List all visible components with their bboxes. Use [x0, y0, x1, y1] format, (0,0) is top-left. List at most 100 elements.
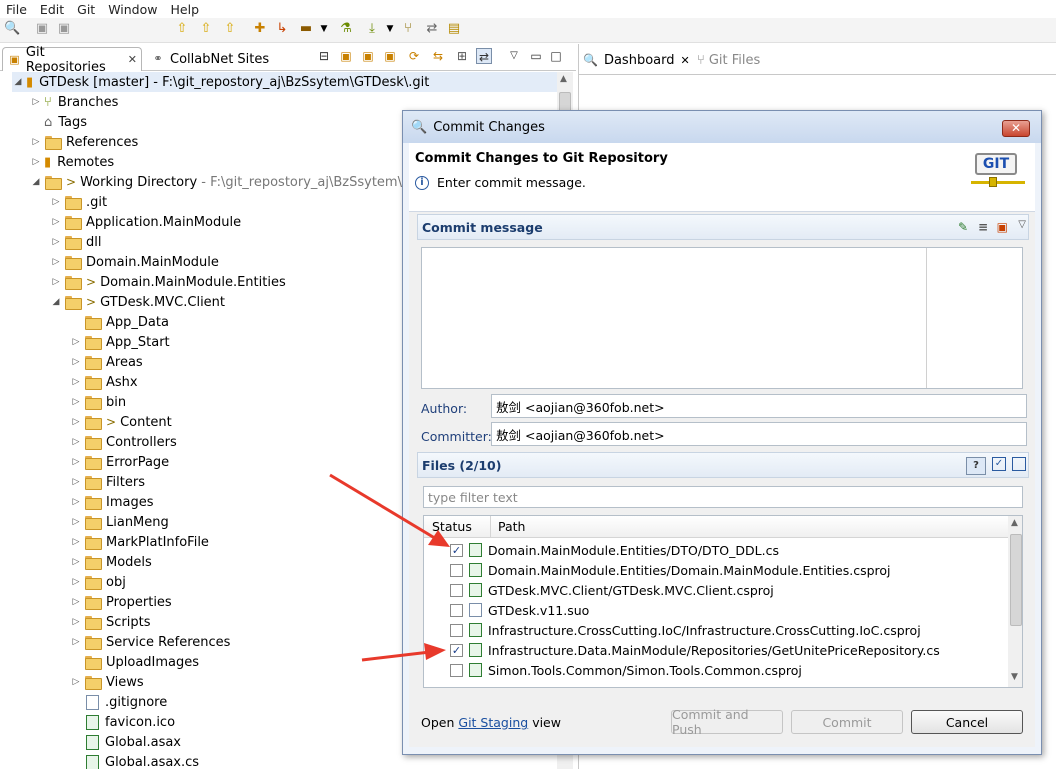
commit-and-push-button[interactable]: Commit and Push — [671, 707, 783, 737]
file-checkbox[interactable] — [450, 603, 463, 617]
collapsed-icon[interactable]: ▷ — [50, 197, 62, 207]
view-menu-icon[interactable]: ▽ — [506, 48, 522, 64]
collapse-all-icon[interactable]: ⊟ — [316, 48, 332, 64]
tree-folder[interactable]: ▷ obj — [70, 572, 126, 592]
tree-folder[interactable]: ▷ Ashx — [70, 372, 138, 392]
collapsed-icon[interactable]: ▷ — [30, 97, 42, 107]
link-with-selection-icon[interactable]: ⇄ — [476, 48, 492, 64]
dropdown-icon[interactable]: ▼ — [382, 21, 398, 37]
file-checkbox[interactable] — [450, 563, 463, 577]
add-signed-off-icon[interactable]: ✎ — [958, 220, 968, 234]
file-checkbox[interactable] — [450, 663, 463, 677]
rebase-icon[interactable]: ⤓ — [364, 21, 380, 37]
menu-git[interactable]: Git — [71, 2, 102, 17]
branch-icon[interactable]: ⑂ — [400, 21, 416, 37]
collapsed-icon[interactable]: ▷ — [70, 577, 82, 587]
file-checkbox[interactable]: ✓ — [450, 643, 463, 657]
tree-folder[interactable]: ▷ Properties — [70, 592, 172, 612]
sync-icon[interactable]: ⇄ — [424, 21, 440, 37]
committer-field[interactable]: 敖剑 <aojian@360fob.net> — [491, 422, 1027, 446]
tree-folder[interactable]: ▷ Models — [70, 552, 152, 572]
search-icon[interactable]: 🔍 — [4, 21, 20, 37]
tree-file[interactable]: Global.asax.cs — [86, 752, 199, 769]
tree-folder[interactable]: ▷ Controllers — [70, 432, 177, 452]
tree-folder[interactable]: ▷ > Content — [70, 412, 172, 432]
menu-file[interactable]: File — [0, 2, 34, 17]
expanded-icon[interactable]: ◢ — [50, 297, 62, 307]
tree-item-working-directory[interactable]: ◢ > Working Directory - F:\git_repostory… — [30, 172, 444, 192]
merge-icon[interactable]: ⚗ — [338, 21, 354, 37]
link-editor-icon[interactable]: ⇆ — [430, 48, 446, 64]
file-checkbox[interactable] — [450, 623, 463, 637]
dialog-close-button[interactable]: ✕ — [1002, 120, 1030, 137]
scroll-up-icon[interactable]: ▲ — [1011, 518, 1018, 528]
collapsed-icon[interactable]: ▷ — [70, 357, 82, 367]
fetch-icon[interactable]: ⇧ — [222, 21, 238, 37]
stash-icon[interactable]: ▬ — [298, 21, 314, 37]
select-all-icon[interactable]: ✓ — [992, 457, 1006, 471]
file-checkbox[interactable] — [450, 583, 463, 597]
collapsed-icon[interactable]: ▷ — [70, 337, 82, 347]
hierarchy-icon[interactable]: ⊞ — [454, 48, 470, 64]
pull-icon[interactable]: ⇧ — [174, 21, 190, 37]
collapsed-icon[interactable]: ▷ — [30, 157, 42, 167]
tree-folder[interactable]: ▷ bin — [70, 392, 126, 412]
tree-folder[interactable]: ▷ Scripts — [70, 612, 150, 632]
menu-window[interactable]: Window — [102, 2, 164, 17]
collapsed-icon[interactable]: ▷ — [70, 597, 82, 607]
collapsed-icon[interactable]: ▷ — [70, 377, 82, 387]
tree-item-references[interactable]: ▷ References — [30, 132, 138, 152]
file-row[interactable]: Infrastructure.CrossCutting.IoC/Infrastr… — [450, 620, 921, 640]
expanded-icon[interactable]: ◢ — [30, 177, 42, 187]
clone-repo-icon[interactable]: ▣ — [360, 48, 376, 64]
maximize-icon[interactable]: □ — [548, 48, 564, 64]
scroll-down-icon[interactable]: ▼ — [1011, 672, 1018, 682]
tree-folder[interactable]: ▷ dll — [50, 232, 101, 252]
change-id-icon[interactable]: ▣ — [997, 220, 1008, 234]
file-row[interactable]: GTDesk.MVC.Client/GTDesk.MVC.Client.cspr… — [450, 580, 774, 600]
tab-dashboard[interactable]: 🔍 Dashboard ✕ — [583, 48, 690, 72]
dropdown-icon[interactable]: ▽ — [1018, 219, 1026, 230]
collapsed-icon[interactable]: ▷ — [70, 417, 82, 427]
tree-item-tags[interactable]: ⌂ Tags — [44, 112, 87, 132]
column-status[interactable]: Status — [432, 519, 472, 534]
collapsed-icon[interactable]: ▷ — [50, 237, 62, 247]
collapsed-icon[interactable]: ▷ — [70, 457, 82, 467]
file-row[interactable]: ✓ Infrastructure.Data.MainModule/Reposito… — [450, 640, 940, 660]
author-field[interactable]: 敖剑 <aojian@360fob.net> — [491, 394, 1027, 418]
git-staging-link[interactable]: Git Staging — [458, 715, 528, 730]
import-icon[interactable]: ↳ — [274, 21, 290, 37]
tree-folder[interactable]: ▷ MarkPlatInfoFile — [70, 532, 209, 552]
tree-file[interactable]: .gitignore — [86, 692, 167, 712]
tree-item-branches[interactable]: ▷ ⑂ Branches — [30, 92, 119, 112]
save-icon[interactable]: ▣ — [34, 21, 50, 37]
collapsed-icon[interactable]: ▷ — [70, 437, 82, 447]
files-scrollbar[interactable]: ▲ ▼ — [1008, 516, 1022, 687]
tree-folder[interactable]: ◢ > GTDesk.MVC.Client — [50, 292, 225, 312]
tree-folder[interactable]: ▷ .git — [50, 192, 107, 212]
help-icon[interactable]: ? — [966, 457, 986, 475]
tree-folder[interactable]: ▷ Application.MainModule — [50, 212, 241, 232]
collapsed-icon[interactable]: ▷ — [50, 257, 62, 267]
commit-message-input[interactable] — [421, 247, 1023, 389]
collapsed-icon[interactable]: ▷ — [50, 217, 62, 227]
tree-folder[interactable]: ▷ Areas — [70, 352, 143, 372]
add-icon[interactable]: ✚ — [252, 21, 268, 37]
tree-folder[interactable]: ▷ Views — [70, 672, 144, 692]
minimize-icon[interactable]: ▭ — [528, 48, 544, 64]
push-icon[interactable]: ⇧ — [198, 21, 214, 37]
tree-repo-node[interactable]: ◢ ▮ GTDesk [master] - F:\git_repostory_a… — [12, 72, 557, 92]
scroll-up-icon[interactable]: ▲ — [560, 74, 567, 84]
scroll-thumb[interactable] — [1010, 534, 1022, 626]
file-row[interactable]: GTDesk.v11.suo — [450, 600, 589, 620]
collapsed-icon[interactable]: ▷ — [70, 497, 82, 507]
tab-git-files[interactable]: ⑂ Git Files — [697, 48, 760, 72]
collapsed-icon[interactable]: ▷ — [50, 277, 62, 287]
collapsed-icon[interactable]: ▷ — [70, 397, 82, 407]
tree-file[interactable]: Global.asax — [86, 732, 181, 752]
history-icon[interactable]: ▤ — [446, 21, 462, 37]
menu-help[interactable]: Help — [165, 2, 207, 17]
tab-git-repositories[interactable]: ▣ Git Repositories ✕ — [2, 45, 142, 75]
tree-folder[interactable]: ▷ Images — [70, 492, 154, 512]
close-icon[interactable]: ✕ — [128, 53, 137, 66]
